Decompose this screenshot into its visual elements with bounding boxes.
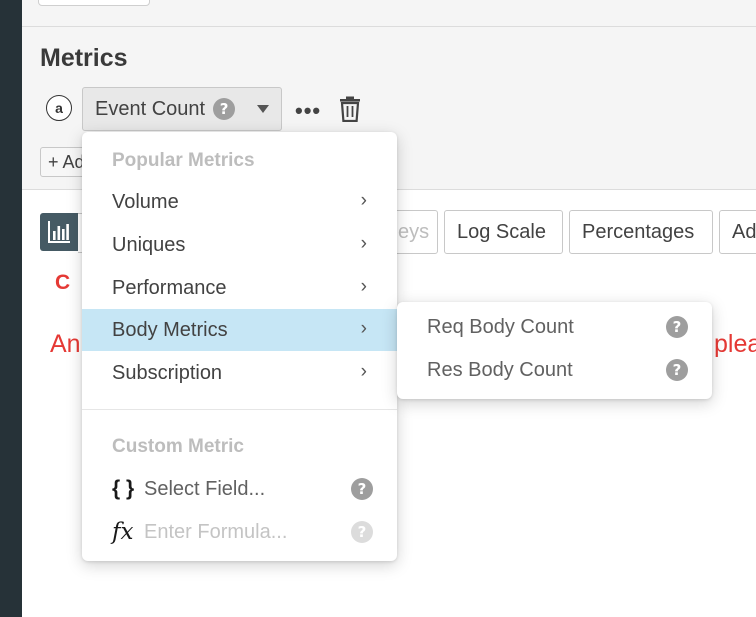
menu-item-performance[interactable]: Performance › <box>82 267 397 309</box>
error-icon: C <box>55 271 71 294</box>
menu-item-label: Uniques <box>112 233 186 256</box>
help-icon[interactable]: ? <box>666 359 688 381</box>
advanced-button[interactable]: Ad <box>719 210 756 254</box>
menu-item-body-metrics[interactable]: Body Metrics › <box>82 309 397 351</box>
metric-dropdown-menu: Popular Metrics Volume › Uniques › Perfo… <box>82 132 397 561</box>
formula-icon: fx <box>112 519 134 545</box>
chevron-right-icon: › <box>360 276 367 297</box>
menu-divider <box>82 409 397 410</box>
trash-icon[interactable] <box>338 96 362 127</box>
error-message-start: An <box>50 330 81 358</box>
body-metrics-submenu: Req Body Count ? Res Body Count ? <box>397 302 712 399</box>
metric-select-label: Event Count <box>95 97 206 120</box>
menu-item-subscription[interactable]: Subscription › <box>82 352 397 394</box>
more-options-icon[interactable]: ••• <box>295 98 321 124</box>
enter-formula-item[interactable]: fx Enter Formula... ? <box>82 511 397 553</box>
bar-chart-icon[interactable] <box>40 213 78 251</box>
left-nav-rail <box>0 0 22 617</box>
select-field-label: Select Field... <box>144 477 266 500</box>
percentages-button[interactable]: Percentages <box>569 210 713 254</box>
menu-item-volume[interactable]: Volume › <box>82 181 397 223</box>
filter-input-stub[interactable] <box>38 0 150 6</box>
submenu-item-res-body-count[interactable]: Res Body Count ? <box>397 349 712 391</box>
menu-item-label: Volume <box>112 190 179 213</box>
section-divider <box>22 26 756 27</box>
select-field-item[interactable]: { } Select Field... ? <box>82 468 397 510</box>
popular-metrics-header: Popular Metrics <box>112 150 255 171</box>
error-message-end: plea <box>714 330 756 358</box>
chevron-right-icon: › <box>360 361 367 382</box>
menu-item-label: Body Metrics <box>112 318 228 341</box>
chevron-right-icon: › <box>360 233 367 254</box>
submenu-item-label: Res Body Count <box>427 358 573 381</box>
log-scale-button[interactable]: Log Scale <box>444 210 563 254</box>
menu-item-label: Subscription <box>112 361 223 384</box>
help-icon[interactable]: ? <box>351 521 373 543</box>
menu-item-label: Performance <box>112 276 227 299</box>
menu-item-uniques[interactable]: Uniques › <box>82 224 397 266</box>
help-icon[interactable]: ? <box>213 98 236 120</box>
metric-select[interactable]: Event Count ? <box>82 87 282 131</box>
series-letter-badge[interactable]: a <box>46 95 72 121</box>
braces-icon: { } <box>112 477 135 500</box>
enter-formula-placeholder: Enter Formula... <box>144 520 288 543</box>
caret-down-icon <box>257 105 269 113</box>
custom-metric-header: Custom Metric <box>112 436 244 457</box>
chevron-right-icon: › <box>360 190 367 211</box>
chevron-right-icon: › <box>360 318 367 339</box>
help-icon[interactable]: ? <box>666 316 688 338</box>
submenu-item-label: Req Body Count <box>427 315 574 338</box>
submenu-item-req-body-count[interactable]: Req Body Count ? <box>397 306 712 348</box>
metrics-title: Metrics <box>40 44 128 72</box>
help-icon[interactable]: ? <box>351 478 373 500</box>
